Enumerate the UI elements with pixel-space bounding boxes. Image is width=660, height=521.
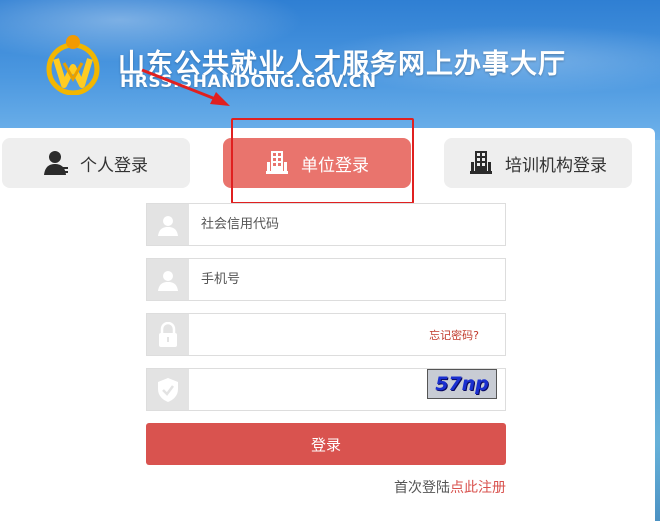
person-icon bbox=[44, 151, 68, 175]
shield-check-icon bbox=[147, 369, 189, 410]
register-prefix: 首次登陆 bbox=[394, 480, 450, 496]
credit-code-input[interactable] bbox=[189, 204, 505, 245]
captcha-image[interactable]: 57np bbox=[427, 369, 497, 399]
tab-training-institution-login[interactable]: 培训机构登录 bbox=[444, 138, 632, 188]
phone-field bbox=[146, 258, 506, 301]
user-icon bbox=[147, 204, 189, 245]
site-domain: HRSS.SHANDONG.GOV.CN bbox=[120, 72, 377, 92]
tab-label: 培训机构登录 bbox=[505, 155, 607, 176]
login-button[interactable]: 登录 bbox=[146, 423, 506, 465]
user-icon bbox=[147, 259, 189, 300]
annotation-highlight-box bbox=[231, 118, 414, 204]
register-link[interactable]: 点此注册 bbox=[450, 480, 506, 496]
password-field: 忘记密码? bbox=[146, 313, 506, 356]
phone-input[interactable] bbox=[189, 259, 505, 300]
forgot-password-link[interactable]: 忘记密码? bbox=[429, 327, 479, 343]
credit-code-field bbox=[146, 203, 506, 246]
captcha-field: 57np bbox=[146, 368, 506, 411]
tab-label: 个人登录 bbox=[80, 155, 148, 176]
building-icon bbox=[470, 151, 492, 174]
register-line: 首次登陆点此注册 bbox=[394, 477, 506, 497]
tab-personal-login[interactable]: 个人登录 bbox=[2, 138, 190, 188]
lock-icon bbox=[147, 314, 189, 355]
provincial-logo-icon bbox=[46, 35, 100, 95]
